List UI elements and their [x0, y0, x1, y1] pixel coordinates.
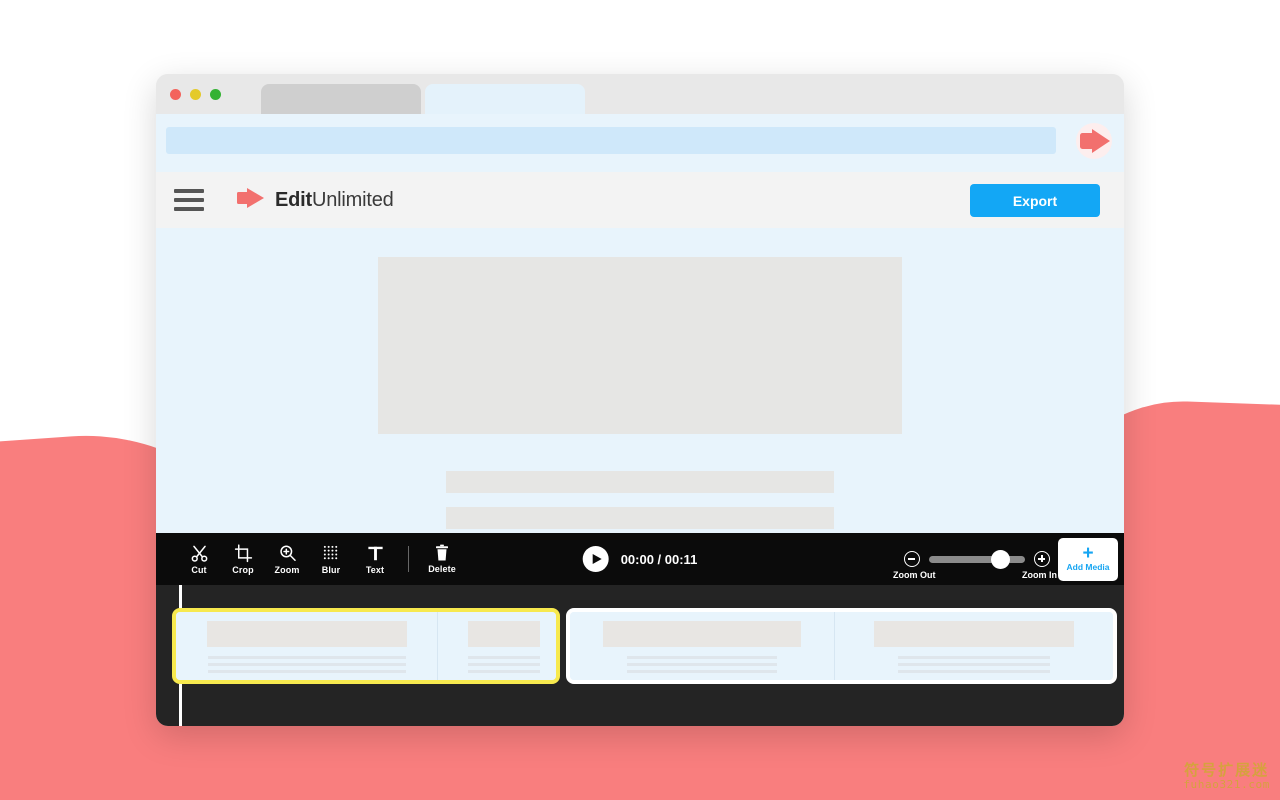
browser-window: EditUnlimited Export Cut Crop Zoom Blur …: [156, 74, 1124, 726]
magnifier-plus-icon: [278, 544, 297, 563]
tool-crop-button[interactable]: Crop: [224, 543, 262, 575]
tool-delete-label: Delete: [428, 564, 456, 574]
clip-text-line: [468, 663, 540, 666]
zoom-controls: Zoom Out Zoom In: [893, 549, 1057, 580]
trash-icon: [433, 544, 451, 562]
tool-text-label: Text: [365, 564, 385, 575]
url-input[interactable]: [166, 127, 1056, 154]
scissors-icon: [190, 544, 209, 563]
tool-text-button[interactable]: Text: [356, 544, 394, 575]
screenshot-root: EditUnlimited Export Cut Crop Zoom Blur …: [0, 0, 1280, 800]
minimize-window-button[interactable]: [190, 89, 201, 100]
brand-name-light: Unlimited: [311, 188, 394, 211]
brand-name: EditUnlimited: [275, 189, 394, 212]
time-display: 00:00 / 00:11: [620, 551, 698, 567]
clip-text-lines: [207, 656, 406, 673]
tool-blur-button[interactable]: Blur: [312, 544, 350, 575]
zoom-in-label: Zoom In: [1022, 570, 1057, 580]
tool-delete-button[interactable]: Delete: [423, 544, 461, 574]
toolbar-divider: [408, 546, 409, 572]
clip-text-line: [207, 670, 406, 673]
play-icon[interactable]: [582, 546, 609, 572]
text-placeholder-line: [446, 507, 834, 529]
close-window-button[interactable]: [170, 89, 181, 100]
editunlimited-play-logo-icon: [236, 186, 266, 215]
playback-controls: 00:00 / 00:11: [582, 546, 698, 572]
timeline-clip-track: [156, 608, 1124, 684]
clip-segment[interactable]: [438, 612, 556, 680]
clip-text-line: [898, 663, 1050, 666]
clip-text-line: [468, 670, 540, 673]
watermark-chinese: 符号扩展迷: [1184, 761, 1270, 780]
zoom-slider-handle[interactable]: [991, 549, 1010, 569]
browser-tab-1[interactable]: [261, 84, 421, 114]
tool-zoom-label: Zoom: [274, 564, 300, 575]
clip-text-line: [898, 670, 1050, 673]
zoom-out-label: Zoom Out: [893, 570, 936, 580]
clip-segment[interactable]: [570, 612, 835, 680]
timeline-clip-2[interactable]: [566, 608, 1117, 684]
timeline-panel: [156, 585, 1124, 726]
browser-tab-2[interactable]: [425, 84, 585, 114]
watermark-url: fuhao321.com: [1183, 778, 1270, 792]
clip-segment[interactable]: [835, 612, 1113, 680]
clip-thumbnail: [468, 621, 540, 647]
preview-canvas: [156, 228, 1124, 565]
dot-grid-icon: [322, 544, 341, 563]
clip-thumbnail: [874, 621, 1074, 647]
zoom-slider[interactable]: [929, 549, 1025, 569]
clip-text-lines: [627, 656, 777, 673]
text-placeholder-line: [446, 471, 834, 493]
editor-toolbar: Cut Crop Zoom Blur Text Delete 00:00 / 0…: [156, 533, 1124, 585]
browser-tab-bar: [156, 74, 1124, 114]
timeline-clip-1[interactable]: [172, 608, 560, 684]
browser-url-row: [156, 114, 1124, 172]
tool-cut-label: Cut: [191, 564, 207, 575]
clip-text-line: [207, 656, 406, 659]
clip-segment[interactable]: [176, 612, 438, 680]
plus-circle-icon[interactable]: Zoom In: [1022, 551, 1057, 580]
image-placeholder: [378, 257, 902, 434]
clip-text-line: [627, 670, 777, 673]
video-play-icon: [1072, 123, 1116, 159]
hamburger-menu-icon[interactable]: [174, 189, 204, 211]
maximize-window-button[interactable]: [210, 89, 221, 100]
app-header: EditUnlimited Export: [156, 172, 1124, 228]
clip-text-line: [468, 656, 540, 659]
clip-text-line: [627, 656, 777, 659]
clip-thumbnail: [603, 621, 801, 647]
text-t-icon: [366, 544, 385, 563]
add-media-button[interactable]: + Add Media: [1058, 538, 1118, 581]
export-button[interactable]: Export: [970, 184, 1100, 217]
clip-thumbnail: [206, 621, 407, 647]
clip-text-lines: [898, 656, 1050, 673]
window-traffic-lights: [170, 89, 221, 100]
add-media-label: Add Media: [1066, 562, 1110, 572]
plus-icon: +: [1082, 543, 1094, 564]
clip-text-line: [207, 663, 406, 666]
tool-blur-label: Blur: [321, 564, 341, 575]
clip-text-line: [898, 656, 1050, 659]
editor-tool-group: Cut Crop Zoom Blur Text Delete: [156, 543, 461, 575]
clip-text-line: [627, 663, 777, 666]
clip-text-lines: [468, 656, 540, 673]
tool-zoom-button[interactable]: Zoom: [268, 544, 306, 575]
browser-tabs: [261, 84, 585, 114]
crop-icon: [234, 543, 253, 563]
tool-crop-label: Crop: [232, 564, 254, 575]
minus-circle-icon[interactable]: Zoom Out: [893, 551, 936, 580]
tool-cut-button[interactable]: Cut: [180, 544, 218, 575]
watermark: 符号扩展迷 fuhao321.com: [1183, 761, 1270, 792]
brand-name-bold: Edit: [275, 188, 312, 211]
app-logo[interactable]: EditUnlimited: [236, 186, 394, 215]
